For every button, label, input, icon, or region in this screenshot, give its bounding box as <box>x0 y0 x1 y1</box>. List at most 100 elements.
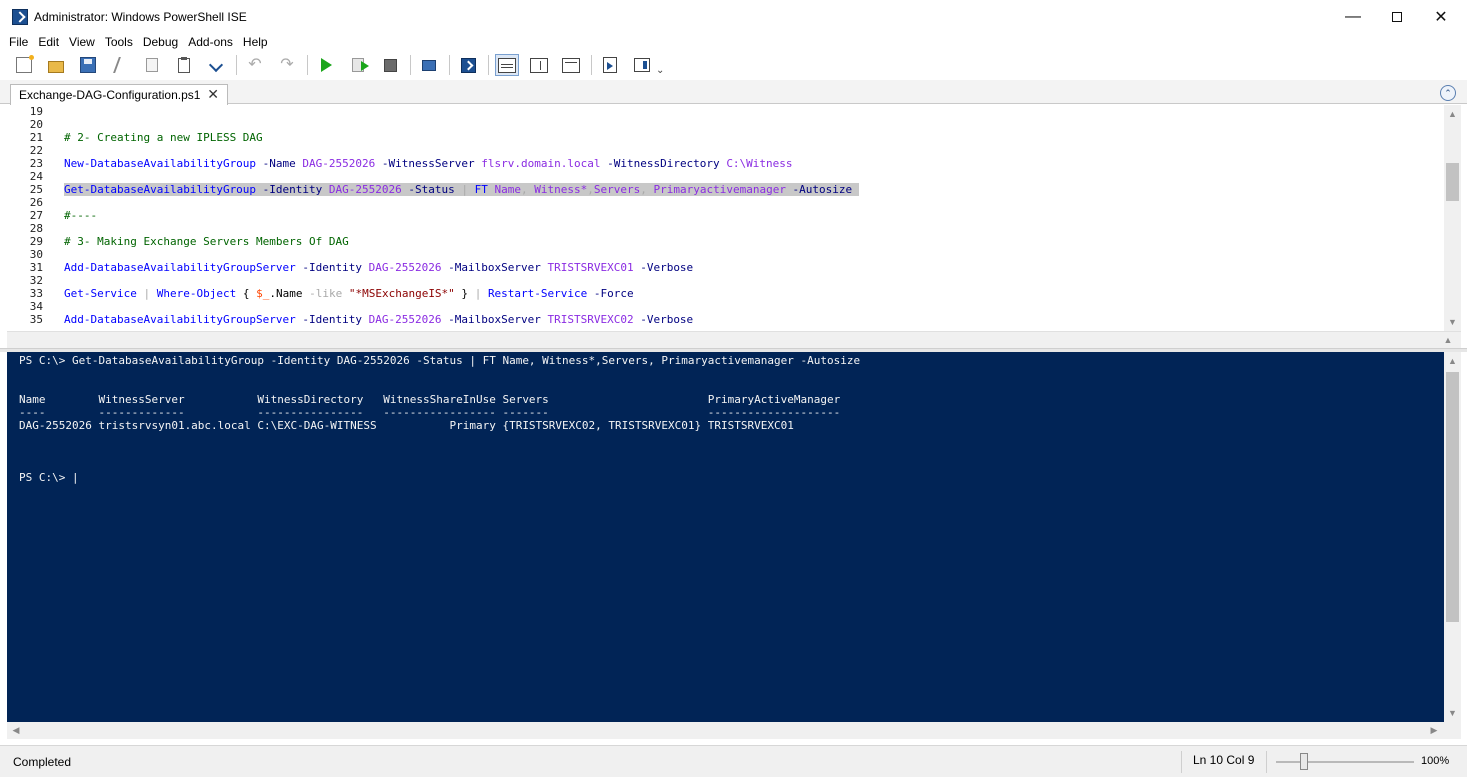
console-horizontal-scrollbar[interactable]: ◀ ▶ <box>7 722 1461 739</box>
menu-file[interactable]: File <box>0 34 33 51</box>
line-code[interactable]: Add-DatabaseAvailabilityGroupServer -Ide… <box>64 313 693 326</box>
scroll-down-icon[interactable]: ▼ <box>1444 315 1461 329</box>
save-button[interactable] <box>76 54 100 76</box>
tab-label: Exchange-DAG-Configuration.ps1 <box>19 88 201 102</box>
script-horizontal-scrollbar[interactable]: ▲ <box>7 331 1461 348</box>
layout-top-button[interactable] <box>495 54 519 76</box>
scroll-up-icon[interactable]: ▲ <box>1441 332 1455 349</box>
console-vertical-scrollbar[interactable]: ▲ ▼ <box>1444 352 1461 722</box>
code-token: DAG-2552026 <box>302 157 376 170</box>
new-script-button[interactable] <box>12 54 36 76</box>
script-pane[interactable]: 19 20 21 # 2- Creating a new IPLESS DAG 22 23… <box>7 105 1461 331</box>
toolbar-overflow-icon[interactable]: ⌄ <box>656 65 664 76</box>
menu-add-ons[interactable]: Add-ons <box>183 34 238 51</box>
layout-right-button[interactable] <box>527 54 551 76</box>
paste-button[interactable] <box>172 54 196 76</box>
maximize-icon <box>1392 11 1402 22</box>
script-line[interactable]: 25 Get-DatabaseAvailabilityGroup -Identit… <box>7 183 1443 196</box>
console-output[interactable]: PS C:\> Get-DatabaseAvailabilityGroup -I… <box>19 354 860 484</box>
script-line[interactable]: 20 <box>7 118 1443 131</box>
console-line: PS C:\> | <box>19 471 79 484</box>
code-token: { <box>236 287 257 300</box>
script-line[interactable]: 30 <box>7 248 1443 261</box>
run-selection-button[interactable] <box>346 54 370 76</box>
minimize-button[interactable]: — <box>1330 0 1376 33</box>
layout-maximize-icon <box>562 57 580 73</box>
code-token: -Force <box>587 287 634 300</box>
run-script-icon <box>320 58 332 72</box>
remote-powershell-button[interactable] <box>417 54 441 76</box>
script-line[interactable]: 22 <box>7 144 1443 157</box>
line-number: 19 <box>29 105 43 118</box>
scroll-right-icon[interactable]: ▶ <box>1427 722 1441 739</box>
collapse-script-pane-button[interactable]: ⌃ <box>1440 85 1456 101</box>
toolbar-separator <box>236 55 237 75</box>
script-line[interactable]: 23 New-DatabaseAvailabilityGroup -Name DA… <box>7 157 1443 170</box>
code-token: FT <box>474 183 488 196</box>
toolbar-separator <box>307 55 308 75</box>
menu-debug[interactable]: Debug <box>138 34 183 51</box>
menu-tools[interactable]: Tools <box>100 34 138 51</box>
script-vertical-scrollbar[interactable]: ▲ ▼ <box>1444 105 1461 331</box>
line-code[interactable]: Get-DatabaseAvailabilityGroup -Identity … <box>64 183 859 196</box>
script-line[interactable]: 29 # 3- Making Exchange Servers Members O… <box>7 235 1443 248</box>
tab-close-icon[interactable]: ✕ <box>207 86 219 103</box>
line-code[interactable]: #---- <box>64 209 97 222</box>
script-line[interactable]: 28 <box>7 222 1443 235</box>
script-line[interactable]: 34 <box>7 300 1443 313</box>
powershell-console-button[interactable] <box>456 54 480 76</box>
script-editor[interactable]: 19 20 21 # 2- Creating a new IPLESS DAG 22 23… <box>7 105 1443 326</box>
script-line[interactable]: 19 <box>7 105 1443 118</box>
redo-button[interactable]: ↷ <box>275 54 299 76</box>
zoom-slider-thumb[interactable] <box>1300 753 1308 770</box>
stop-button[interactable] <box>378 54 402 76</box>
save-icon <box>80 57 96 73</box>
line-code[interactable]: Get-Service | Where-Object { $_.Name -li… <box>64 287 634 300</box>
script-line[interactable]: 32 <box>7 274 1443 287</box>
script-line[interactable]: 21 # 2- Creating a new IPLESS DAG <box>7 131 1443 144</box>
command-addon-button[interactable] <box>630 54 654 76</box>
remote-powershell-icon <box>422 59 436 71</box>
line-code[interactable]: New-DatabaseAvailabilityGroup -Name DAG-… <box>64 157 793 170</box>
console-scroll-thumb[interactable] <box>1446 372 1459 622</box>
close-button[interactable]: ✕ <box>1418 0 1464 33</box>
script-line[interactable]: 26 <box>7 196 1443 209</box>
script-line[interactable]: 33 Get-Service | Where-Object { $_.Name -… <box>7 287 1443 300</box>
zoom-slider[interactable] <box>1276 761 1414 763</box>
open-button[interactable] <box>44 54 68 76</box>
console-line: PS C:\> Get-DatabaseAvailabilityGroup -I… <box>19 354 861 367</box>
cut-button[interactable] <box>108 54 132 76</box>
script-scroll-thumb[interactable] <box>1446 163 1459 201</box>
cursor-position: Ln 10 Col 9 <box>1193 753 1255 767</box>
script-line[interactable]: 31 Add-DatabaseAvailabilityGroupServer -I… <box>7 261 1443 274</box>
line-code[interactable]: Add-DatabaseAvailabilityGroupServer -Ide… <box>64 261 693 274</box>
snippet-button[interactable] <box>204 54 228 76</box>
layout-maximize-button[interactable] <box>559 54 583 76</box>
menu-edit[interactable]: Edit <box>33 34 64 51</box>
menu-view[interactable]: View <box>64 34 100 51</box>
line-code[interactable]: # 3- Making Exchange Servers Members Of … <box>64 235 349 248</box>
tab-exchange-dag-configuration[interactable]: Exchange-DAG-Configuration.ps1 ✕ <box>10 84 228 105</box>
redo-icon: ↷ <box>280 56 294 73</box>
scroll-left-icon[interactable]: ◀ <box>9 722 23 739</box>
cut-icon <box>113 57 127 73</box>
run-script-button[interactable] <box>314 54 338 76</box>
copy-button[interactable] <box>140 54 164 76</box>
code-token: -like <box>309 287 343 300</box>
scroll-up-icon[interactable]: ▲ <box>1444 354 1461 368</box>
menu-help[interactable]: Help <box>238 34 273 51</box>
script-line[interactable]: 35 Add-DatabaseAvailabilityGroupServer -I… <box>7 313 1443 326</box>
code-token: -Status <box>401 183 462 196</box>
script-line[interactable]: 24 <box>7 170 1443 183</box>
line-code[interactable]: # 2- Creating a new IPLESS DAG <box>64 131 263 144</box>
powershell-console-icon <box>460 57 476 73</box>
show-script-pane-button[interactable] <box>598 54 622 76</box>
scroll-down-icon[interactable]: ▼ <box>1444 706 1461 720</box>
console-pane[interactable]: PS C:\> Get-DatabaseAvailabilityGroup -I… <box>7 352 1461 722</box>
undo-button[interactable]: ↶ <box>243 54 267 76</box>
maximize-button[interactable] <box>1374 0 1420 33</box>
code-token: -Autosize <box>785 183 859 196</box>
script-line[interactable]: 27 #---- <box>7 209 1443 222</box>
scroll-up-icon[interactable]: ▲ <box>1444 107 1461 121</box>
